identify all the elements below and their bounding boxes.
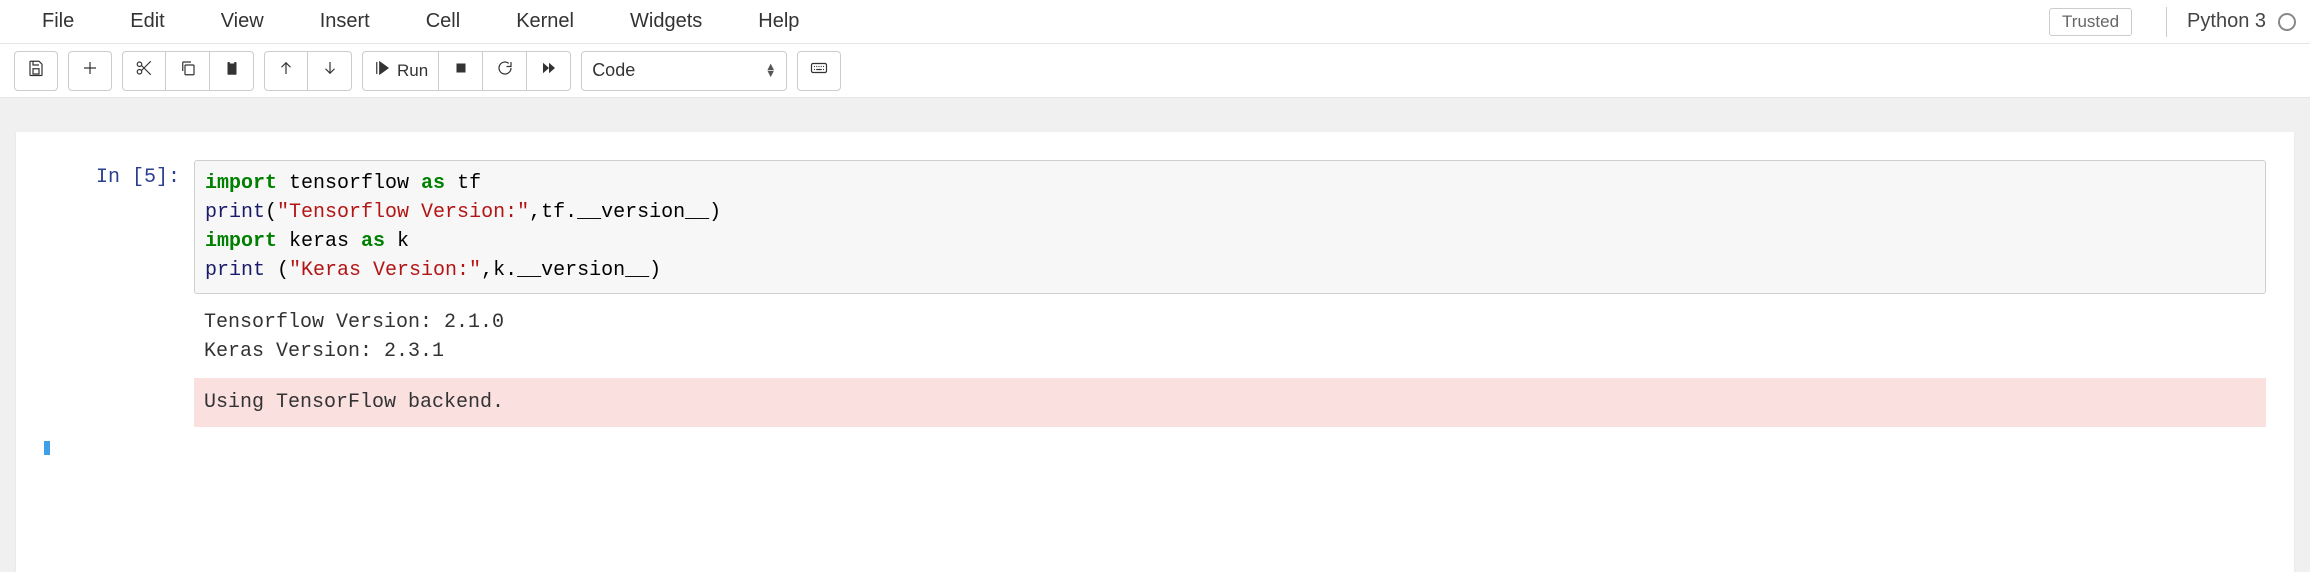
run-icon	[373, 59, 391, 82]
divider	[2166, 7, 2167, 37]
move-up-button[interactable]	[264, 51, 308, 91]
cut-button[interactable]	[122, 51, 166, 91]
plus-icon	[81, 59, 99, 82]
menu-widgets[interactable]: Widgets	[602, 0, 730, 43]
save-button[interactable]	[14, 51, 58, 91]
page-background: In [5]: import tensorflow as tf print("T…	[0, 98, 2310, 572]
arrow-up-icon	[277, 59, 295, 82]
stdout-output: Tensorflow Version: 2.1.0 Keras Version:…	[194, 294, 2266, 376]
menu-cell[interactable]: Cell	[398, 0, 488, 43]
toolbar: Run Code ▲▼	[0, 44, 2310, 98]
restart-button[interactable]	[483, 51, 527, 91]
paste-icon	[223, 59, 241, 82]
save-icon	[27, 59, 45, 82]
copy-button[interactable]	[166, 51, 210, 91]
kernel-name[interactable]: Python 3	[2187, 10, 2266, 33]
code-cell[interactable]: In [5]: import tensorflow as tf print("T…	[44, 160, 2266, 427]
stderr-output: Using TensorFlow backend.	[194, 378, 2266, 427]
arrow-down-icon	[321, 59, 339, 82]
cell-type-select[interactable]: Code ▲▼	[581, 51, 787, 91]
command-palette-button[interactable]	[797, 51, 841, 91]
paste-button[interactable]	[210, 51, 254, 91]
stop-icon	[452, 59, 470, 82]
interrupt-button[interactable]	[439, 51, 483, 91]
copy-icon	[179, 59, 197, 82]
scissors-icon	[135, 59, 153, 82]
move-down-button[interactable]	[308, 51, 352, 91]
menu-edit[interactable]: Edit	[102, 0, 192, 43]
keyboard-icon	[810, 59, 828, 82]
menubar: File Edit View Insert Cell Kernel Widget…	[0, 0, 2310, 44]
insert-cell-button[interactable]	[68, 51, 112, 91]
cell-type-value: Code	[592, 60, 635, 81]
menu-help[interactable]: Help	[730, 0, 827, 43]
run-label: Run	[397, 61, 428, 81]
menu-file[interactable]: File	[14, 0, 102, 43]
notebook: In [5]: import tensorflow as tf print("T…	[16, 132, 2294, 572]
restart-run-all-button[interactable]	[527, 51, 571, 91]
menu-items: File Edit View Insert Cell Kernel Widget…	[14, 0, 827, 43]
restart-icon	[496, 59, 514, 82]
kernel-idle-icon	[2278, 13, 2296, 31]
input-prompt: In [5]:	[44, 160, 194, 427]
menu-view[interactable]: View	[193, 0, 292, 43]
run-button[interactable]: Run	[362, 51, 439, 91]
menu-kernel[interactable]: Kernel	[488, 0, 602, 43]
fast-forward-icon	[540, 59, 558, 82]
chevron-up-down-icon: ▲▼	[765, 64, 776, 78]
trusted-badge[interactable]: Trusted	[2049, 8, 2132, 36]
menu-insert[interactable]: Insert	[292, 0, 398, 43]
selected-cell-indicator[interactable]	[44, 441, 2266, 455]
code-input[interactable]: import tensorflow as tf print("Tensorflo…	[194, 160, 2266, 294]
cell-body: import tensorflow as tf print("Tensorflo…	[194, 160, 2266, 427]
